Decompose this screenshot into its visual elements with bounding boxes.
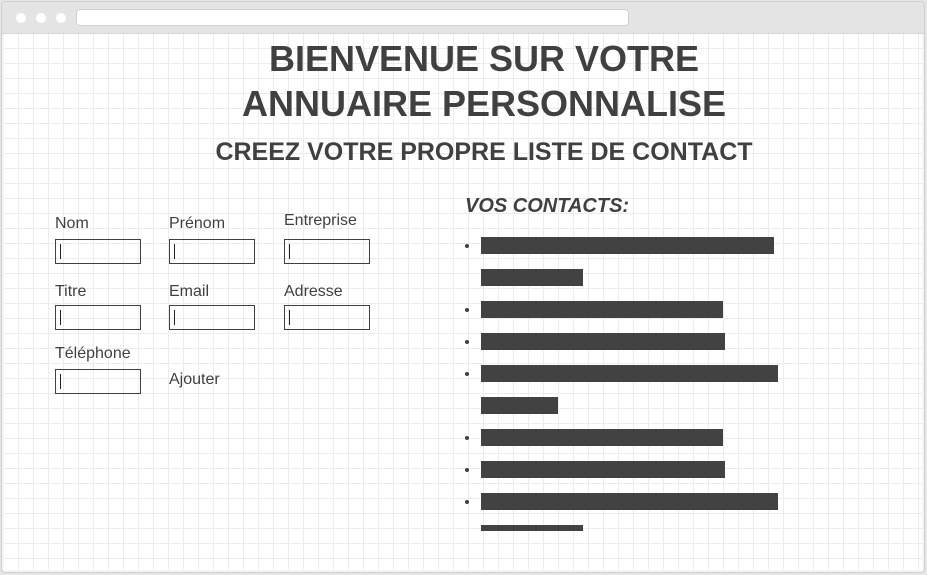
bullet-icon [465, 308, 469, 312]
redacted-text [481, 333, 725, 350]
email-input[interactable] [169, 305, 255, 330]
browser-window: BIENVENUE SUR VOTRE ANNUAIRE PERSONNALIS… [1, 1, 925, 573]
text-caret [289, 244, 290, 259]
text-caret [289, 310, 290, 325]
redacted-text [481, 269, 583, 286]
nom-label: Nom [55, 215, 89, 232]
redacted-text [481, 237, 774, 254]
ajouter-button[interactable]: Ajouter [169, 371, 220, 389]
text-caret [174, 244, 175, 259]
telephone-label: Téléphone [55, 345, 131, 362]
redacted-text [481, 301, 723, 318]
browser-toolbar [2, 2, 924, 34]
bullet-icon [465, 468, 469, 472]
titre-input[interactable] [55, 305, 141, 330]
redacted-text [481, 397, 558, 414]
text-caret [60, 244, 61, 259]
page-content: BIENVENUE SUR VOTRE ANNUAIRE PERSONNALIS… [4, 34, 922, 570]
titre-label: Titre [55, 283, 87, 300]
redacted-text [481, 525, 583, 531]
adresse-label: Adresse [284, 283, 343, 300]
nom-input[interactable] [55, 239, 141, 264]
bullet-icon [465, 340, 469, 344]
window-maximize-dot-icon[interactable] [56, 13, 66, 23]
bullet-icon [465, 436, 469, 440]
redacted-text [481, 365, 778, 382]
email-label: Email [169, 283, 210, 300]
address-bar[interactable] [76, 9, 629, 26]
bullet-icon [465, 372, 469, 376]
redacted-text [481, 461, 725, 478]
window-close-dot-icon[interactable] [16, 13, 26, 23]
prenom-label: Prénom [169, 215, 226, 232]
contacts-heading: VOS CONTACTS: [465, 195, 630, 217]
adresse-input[interactable] [284, 305, 370, 330]
page-subtitle: CREEZ VOTRE PROPRE LISTE DE CONTACT [215, 138, 753, 166]
entreprise-input[interactable] [284, 239, 370, 264]
page-title-line-1: BIENVENUE SUR VOTRE [268, 38, 700, 79]
text-caret [60, 310, 61, 325]
text-caret [60, 374, 61, 389]
bullet-icon [465, 244, 469, 248]
entreprise-label: Entreprise [284, 212, 357, 229]
page-title-line-2: ANNUAIRE PERSONNALISE [241, 83, 727, 124]
bullet-icon [465, 500, 469, 504]
telephone-input[interactable] [55, 369, 141, 394]
redacted-text [481, 429, 723, 446]
text-caret [174, 310, 175, 325]
page-title: BIENVENUE SUR VOTRE ANNUAIRE PERSONNALIS… [4, 36, 924, 126]
window-minimize-dot-icon[interactable] [36, 13, 46, 23]
prenom-input[interactable] [169, 239, 255, 264]
redacted-text [481, 493, 778, 510]
